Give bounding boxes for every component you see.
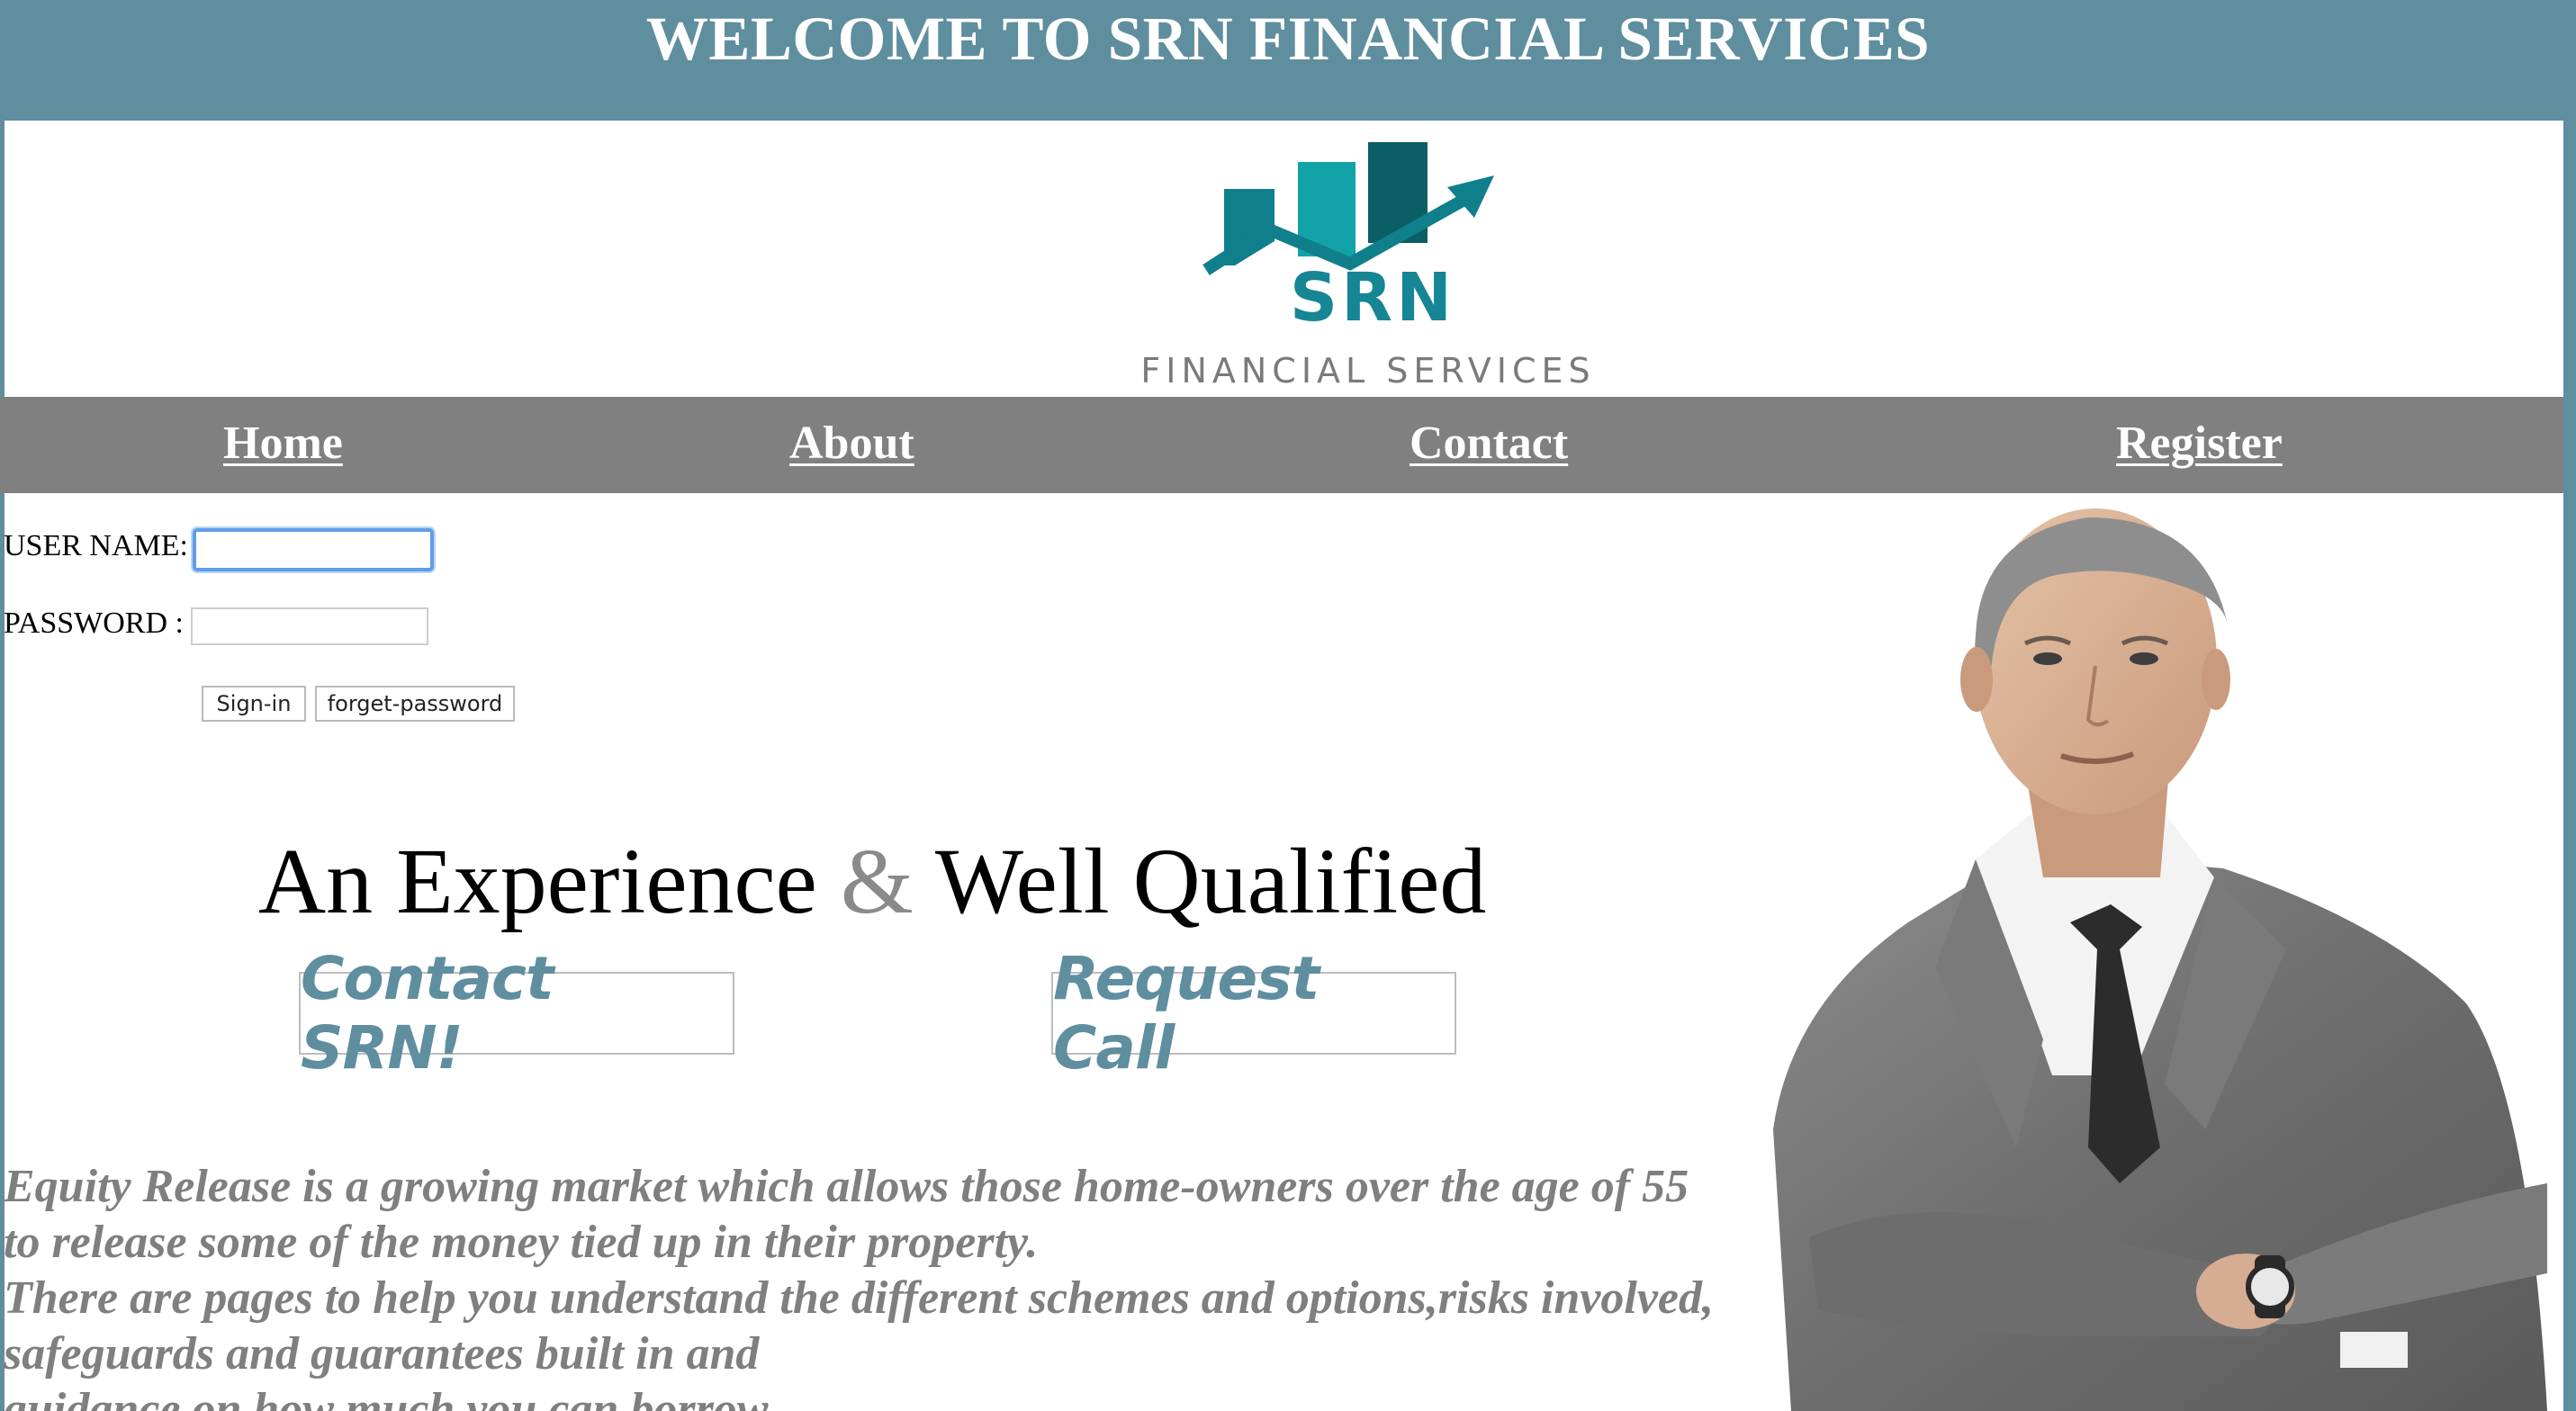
username-label: USER NAME: [4, 529, 188, 562]
tagline-part2: Well Qualified [913, 830, 1487, 933]
businessman-photo [1773, 508, 2547, 1411]
username-input[interactable] [193, 528, 434, 571]
page: WELCOME TO SRN FINANCIAL SERVICES SRN FI… [0, 0, 2576, 1411]
signin-button[interactable]: Sign-in [202, 686, 306, 722]
intro-line: Equity Release is a growing market which… [4, 1161, 1689, 1212]
nav-register[interactable]: Register [2116, 417, 2283, 470]
request-call-button[interactable]: Request Call [1051, 944, 1456, 1083]
main-nav: Home About Contact Register [0, 397, 2563, 493]
password-label: PASSWORD : [4, 607, 184, 640]
tagline-part1: An Experience [258, 830, 841, 933]
right-border [2563, 117, 2576, 1411]
intro-line: guidance on how much you can borrow. [4, 1384, 779, 1411]
password-input[interactable] [191, 607, 428, 645]
forgot-password-button[interactable]: forget-password [315, 686, 515, 722]
logo-subtitle: FINANCIAL SERVICES [1140, 351, 1596, 391]
logo-wordmark: SRN [1289, 259, 1456, 337]
nav-home[interactable]: Home [223, 417, 343, 470]
intro-line: to release some of the money tied up in … [4, 1217, 1039, 1268]
tagline-ampersand: & [840, 830, 914, 933]
nav-about[interactable]: About [789, 417, 914, 470]
intro-line: There are pages to help you understand t… [4, 1272, 1714, 1324]
hero-tagline: An Experience & Well Qualified [258, 828, 1486, 935]
intro-text: Equity Release is a growing market which… [4, 1159, 1777, 1411]
intro-line: safeguards and guarantees built in and [4, 1328, 760, 1380]
contact-srn-button[interactable]: Contact SRN! [299, 944, 734, 1083]
nav-contact[interactable]: Contact [1410, 417, 1568, 470]
top-banner: WELCOME TO SRN FINANCIAL SERVICES [0, 0, 2576, 121]
banner-title: WELCOME TO SRN FINANCIAL SERVICES [645, 4, 1931, 73]
